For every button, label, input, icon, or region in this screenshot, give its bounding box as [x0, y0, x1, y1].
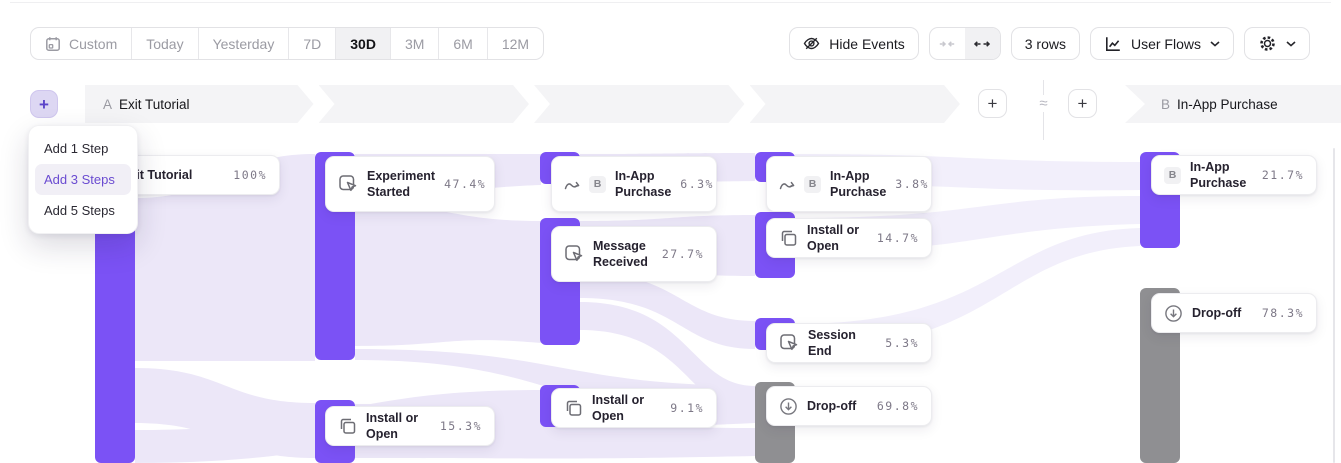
date-range-7d[interactable]: 7D	[289, 28, 336, 59]
date-range-6m[interactable]: 6M	[439, 28, 487, 59]
cursor-click-icon	[564, 244, 584, 264]
settings-dropdown[interactable]	[1244, 27, 1310, 60]
step-header-segment	[319, 85, 530, 123]
drop-off-icon	[1164, 304, 1183, 323]
step-header-start[interactable]: A Exit Tutorial	[85, 85, 314, 123]
expand-columns-button[interactable]	[965, 28, 1000, 59]
redirect-arrow-icon	[779, 178, 795, 191]
end-event-label: In-App Purchase	[1177, 97, 1278, 112]
add-step-button[interactable]	[30, 90, 58, 118]
toolbar-right: Hide Events 3 rows User Flows	[789, 27, 1310, 60]
event-card-in-app-purchase[interactable]: B In-App Purchase 6.3%	[551, 156, 717, 212]
event-card-in-app-purchase-end[interactable]: B In-App Purchase 21.7%	[1151, 155, 1317, 195]
event-percent: 5.3%	[885, 336, 919, 350]
date-range-12m[interactable]: 12M	[488, 28, 543, 59]
approx-symbol: ≈	[1032, 95, 1055, 112]
chevron-down-icon	[1210, 41, 1220, 47]
event-card-in-app-purchase[interactable]: B In-App Purchase 3.8%	[766, 156, 932, 212]
date-range-selector: Custom Today Yesterday 7D 30D 3M 6M 12M	[30, 27, 544, 60]
event-percent: 78.3%	[1262, 306, 1304, 320]
redirect-arrow-icon	[564, 178, 580, 191]
user-flows-canvas: Custom Today Yesterday 7D 30D 3M 6M 12M …	[0, 0, 1341, 463]
overlapping-squares-icon	[779, 229, 798, 248]
event-label: Experiment Started	[367, 168, 435, 201]
event-percent: 6.3%	[680, 177, 714, 191]
event-card-drop-off[interactable]: Drop-off 69.8%	[766, 386, 932, 426]
hide-events-label: Hide Events	[829, 36, 904, 52]
event-label: Message Received	[593, 238, 653, 271]
event-card-message-received[interactable]: Message Received 27.7%	[551, 226, 717, 282]
event-label: Drop-off	[807, 398, 868, 414]
end-event-band[interactable]: B In-App Purchase	[1125, 85, 1341, 123]
event-label: Drop-off	[1192, 305, 1253, 321]
flow-chart-icon	[1104, 35, 1122, 53]
step-header-segment	[750, 85, 961, 123]
overlapping-squares-icon	[338, 417, 357, 436]
event-percent: 47.4%	[444, 177, 486, 191]
menu-item-add-1-step[interactable]: Add 1 Step	[35, 133, 131, 164]
start-event-label: Exit Tutorial	[119, 97, 190, 112]
event-label: Install or Open	[592, 392, 661, 425]
rows-button[interactable]: 3 rows	[1011, 27, 1080, 60]
date-range-today[interactable]: Today	[132, 28, 198, 59]
chevron-down-icon	[1286, 41, 1296, 47]
hide-events-button[interactable]: Hide Events	[789, 27, 918, 60]
overlapping-squares-icon	[564, 399, 583, 418]
add-step-end-button[interactable]	[978, 89, 1007, 118]
date-range-30d-selected[interactable]: 30D	[336, 28, 391, 59]
event-label: In-App Purchase	[1190, 159, 1253, 192]
date-range-custom[interactable]: Custom	[31, 28, 132, 59]
step-header-segment	[534, 85, 745, 123]
event-label: In-App Purchase	[830, 168, 886, 201]
event-percent: 3.8%	[895, 177, 929, 191]
date-range-yesterday[interactable]: Yesterday	[199, 28, 290, 59]
event-percent: 100%	[233, 168, 267, 182]
collapse-columns-button[interactable]	[930, 28, 965, 59]
rows-label: 3 rows	[1025, 36, 1066, 52]
cursor-click-icon	[779, 333, 799, 353]
date-range-label: Custom	[69, 36, 117, 52]
add-steps-menu: Add 1 Step Add 3 Steps Add 5 Steps	[28, 125, 138, 234]
menu-item-add-3-steps[interactable]: Add 3 Steps	[35, 164, 131, 195]
view-selector-label: User Flows	[1131, 36, 1201, 52]
column-width-toggle	[929, 27, 1001, 60]
event-card-install-or-open[interactable]: Install or Open 14.7%	[766, 218, 932, 258]
event-label: Install or Open	[366, 410, 431, 443]
event-percent: 69.8%	[877, 399, 919, 413]
event-percent: 21.7%	[1262, 168, 1304, 182]
metric-b-badge: B	[589, 176, 606, 193]
event-percent: 14.7%	[877, 231, 919, 245]
start-event-badge: A	[103, 97, 112, 112]
end-event-badge: B	[1161, 97, 1170, 112]
drop-off-icon	[779, 397, 798, 416]
event-label: In-App Purchase	[615, 168, 671, 201]
gear-icon	[1258, 34, 1277, 53]
menu-item-add-5-steps[interactable]: Add 5 Steps	[35, 195, 131, 226]
event-label: Install or Open	[807, 222, 868, 255]
metric-b-badge: B	[1164, 167, 1181, 184]
add-step-before-end-button[interactable]	[1068, 89, 1097, 118]
scrollbar[interactable]	[1333, 148, 1335, 463]
event-label: Session End	[808, 327, 876, 360]
calendar-icon	[45, 36, 61, 52]
view-selector-dropdown[interactable]: User Flows	[1090, 27, 1234, 60]
step-header-band: A Exit Tutorial	[85, 85, 965, 123]
event-percent: 27.7%	[662, 247, 704, 261]
expand-arrows-icon	[974, 38, 990, 50]
event-card-session-end[interactable]: Session End 5.3%	[766, 323, 932, 363]
event-card-experiment-started[interactable]: Experiment Started 47.4%	[325, 156, 495, 212]
event-card-install-or-open[interactable]: Install or Open 9.1%	[551, 388, 717, 428]
eye-off-icon	[803, 35, 820, 52]
event-percent: 15.3%	[440, 419, 482, 433]
date-range-3m[interactable]: 3M	[391, 28, 439, 59]
event-card-drop-off-end[interactable]: Drop-off 78.3%	[1151, 293, 1317, 333]
cursor-click-icon	[338, 174, 358, 194]
collapse-arrows-icon	[939, 38, 955, 50]
event-card-install-or-open[interactable]: Install or Open 15.3%	[325, 406, 495, 446]
metric-b-badge: B	[804, 176, 821, 193]
event-percent: 9.1%	[670, 401, 704, 415]
